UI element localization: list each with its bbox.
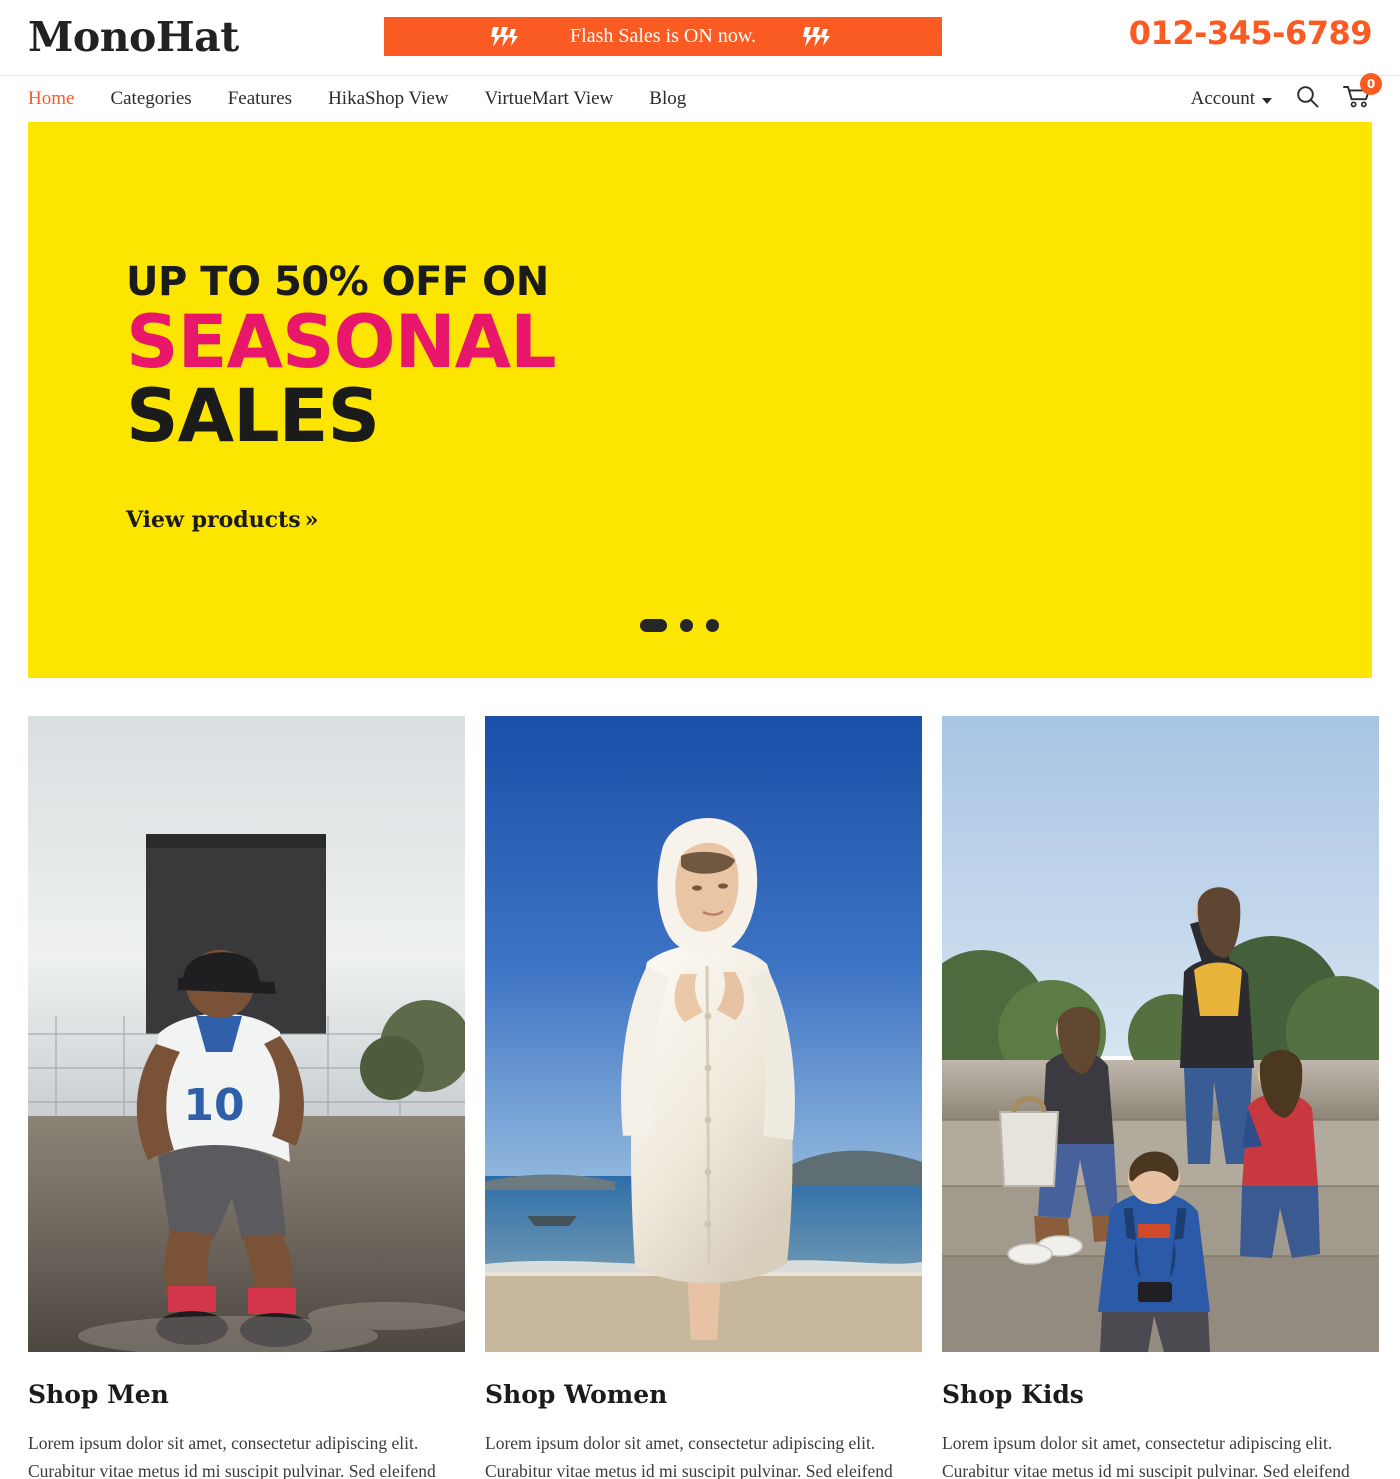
category-desc-men: Lorem ipsum dolor sit amet, consectetur … bbox=[28, 1433, 436, 1479]
category-image-men[interactable]: 10 bbox=[28, 716, 465, 1352]
carousel-dot-3[interactable] bbox=[706, 619, 719, 632]
carousel-dot-2[interactable] bbox=[680, 619, 693, 632]
hero-headline-line2: SEASONAL bbox=[126, 300, 557, 385]
hero-carousel[interactable]: UP TO 50% OFF ON SEASONAL SALES View pro… bbox=[28, 122, 1372, 678]
site-logo[interactable]: MonoHat bbox=[28, 17, 239, 58]
hero-headline-line1: UP TO 50% OFF ON bbox=[126, 259, 549, 305]
nav-link-blog[interactable]: Blog bbox=[649, 88, 686, 109]
top-bar: MonoHat Flash Sales is ON now. 012-345-6… bbox=[0, 0, 1400, 75]
category-title-women: Shop Women bbox=[485, 1380, 668, 1409]
nav-item-hikashop-view[interactable]: HikaShop View bbox=[328, 88, 448, 110]
search-icon bbox=[1296, 85, 1319, 113]
main-navigation: Home Categories Features HikaShop View V… bbox=[0, 73, 1400, 122]
chevron-down-icon bbox=[1262, 97, 1272, 104]
cart-button[interactable]: 0 bbox=[1343, 73, 1382, 114]
nav-link-hikashop-view[interactable]: HikaShop View bbox=[328, 88, 448, 109]
nav-right-tools: Account 0 bbox=[1191, 73, 1382, 114]
nav-link-virtuemart-view[interactable]: VirtueMart View bbox=[485, 88, 614, 109]
carousel-dot-1[interactable] bbox=[640, 619, 667, 632]
nav-item-categories[interactable]: Categories bbox=[110, 88, 191, 110]
hero-text-block: UP TO 50% OFF ON SEASONAL SALES View pro… bbox=[126, 259, 557, 533]
phone-number[interactable]: 012-345-6789 bbox=[1129, 14, 1373, 52]
carousel-indicators[interactable] bbox=[640, 619, 719, 632]
search-button[interactable] bbox=[1296, 85, 1319, 113]
nav-links: Home Categories Features HikaShop View V… bbox=[28, 88, 686, 110]
cart-count-badge: 0 bbox=[1360, 73, 1382, 95]
category-card-women[interactable]: Shop Women Lorem ipsum dolor sit amet, c… bbox=[485, 716, 922, 1479]
lightning-bolts-icon bbox=[490, 25, 524, 49]
category-cards: 10 Shop Men Lorem ipsum dolor sit amet, … bbox=[0, 678, 1400, 1479]
category-desc-kids: Lorem ipsum dolor sit amet, consectetur … bbox=[942, 1433, 1350, 1479]
category-card-kids[interactable]: Shop Kids Lorem ipsum dolor sit amet, co… bbox=[942, 716, 1379, 1479]
account-menu[interactable]: Account bbox=[1191, 88, 1272, 110]
nav-item-virtuemart-view[interactable]: VirtueMart View bbox=[485, 88, 614, 110]
flash-sale-banner[interactable]: Flash Sales is ON now. bbox=[384, 17, 942, 56]
category-title-men: Shop Men bbox=[28, 1380, 169, 1409]
hero-headline-line3: SALES bbox=[126, 374, 380, 460]
view-products-link[interactable]: View products» bbox=[126, 507, 318, 533]
category-desc-women: Lorem ipsum dolor sit amet, consectetur … bbox=[485, 1433, 893, 1479]
nav-item-home[interactable]: Home bbox=[28, 88, 74, 110]
category-title-kids: Shop Kids bbox=[942, 1380, 1084, 1409]
hero-photo bbox=[612, 122, 1372, 678]
nav-link-home[interactable]: Home bbox=[28, 88, 74, 109]
double-chevron-right-icon: » bbox=[304, 506, 319, 533]
category-image-women[interactable] bbox=[485, 716, 922, 1352]
lightning-bolts-icon bbox=[802, 25, 836, 49]
account-label: Account bbox=[1190, 88, 1255, 109]
category-card-men[interactable]: 10 Shop Men Lorem ipsum dolor sit amet, … bbox=[28, 716, 465, 1479]
nav-item-blog[interactable]: Blog bbox=[649, 88, 686, 110]
category-image-kids[interactable] bbox=[942, 716, 1379, 1352]
nav-item-features[interactable]: Features bbox=[228, 88, 292, 110]
view-products-label: View products bbox=[126, 506, 301, 533]
svg-text:10: 10 bbox=[183, 1080, 244, 1131]
flash-sale-text: Flash Sales is ON now. bbox=[570, 25, 756, 47]
nav-link-features[interactable]: Features bbox=[228, 88, 292, 109]
nav-link-categories[interactable]: Categories bbox=[110, 88, 191, 109]
